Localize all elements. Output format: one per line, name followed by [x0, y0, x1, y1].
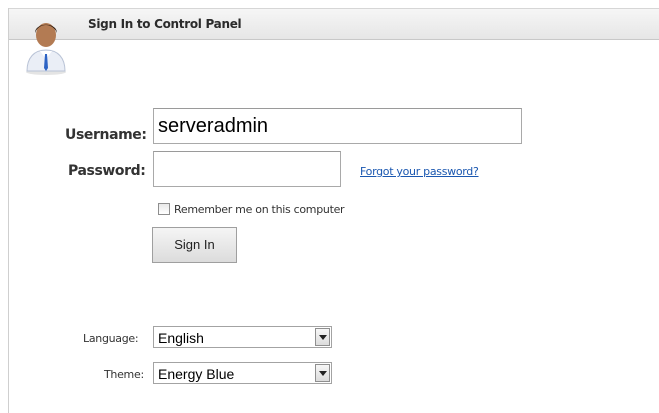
theme-label: Theme:: [104, 368, 144, 381]
language-select[interactable]: English: [153, 326, 332, 348]
sign-in-button[interactable]: Sign In: [152, 227, 237, 263]
remember-me-label[interactable]: Remember me on this computer: [174, 203, 345, 216]
login-panel: Sign In to Control Panel Username: serve…: [8, 8, 659, 413]
theme-selected-value: Energy Blue: [158, 366, 235, 382]
chevron-down-icon[interactable]: [315, 328, 330, 346]
password-label: Password:: [68, 163, 146, 179]
language-selected-value: English: [158, 330, 204, 346]
panel-header: Sign In to Control Panel: [9, 8, 659, 40]
language-label: Language:: [83, 332, 139, 345]
username-label: Username:: [65, 127, 147, 143]
chevron-down-icon[interactable]: [315, 364, 330, 382]
theme-select[interactable]: Energy Blue: [153, 362, 332, 384]
password-input[interactable]: [153, 151, 341, 187]
forgot-password-link[interactable]: Forgot your password?: [360, 165, 479, 178]
remember-me-checkbox[interactable]: [158, 203, 170, 215]
user-avatar-icon: [18, 13, 74, 75]
username-input[interactable]: serveradmin: [153, 108, 522, 144]
panel-title: Sign In to Control Panel: [88, 17, 242, 31]
